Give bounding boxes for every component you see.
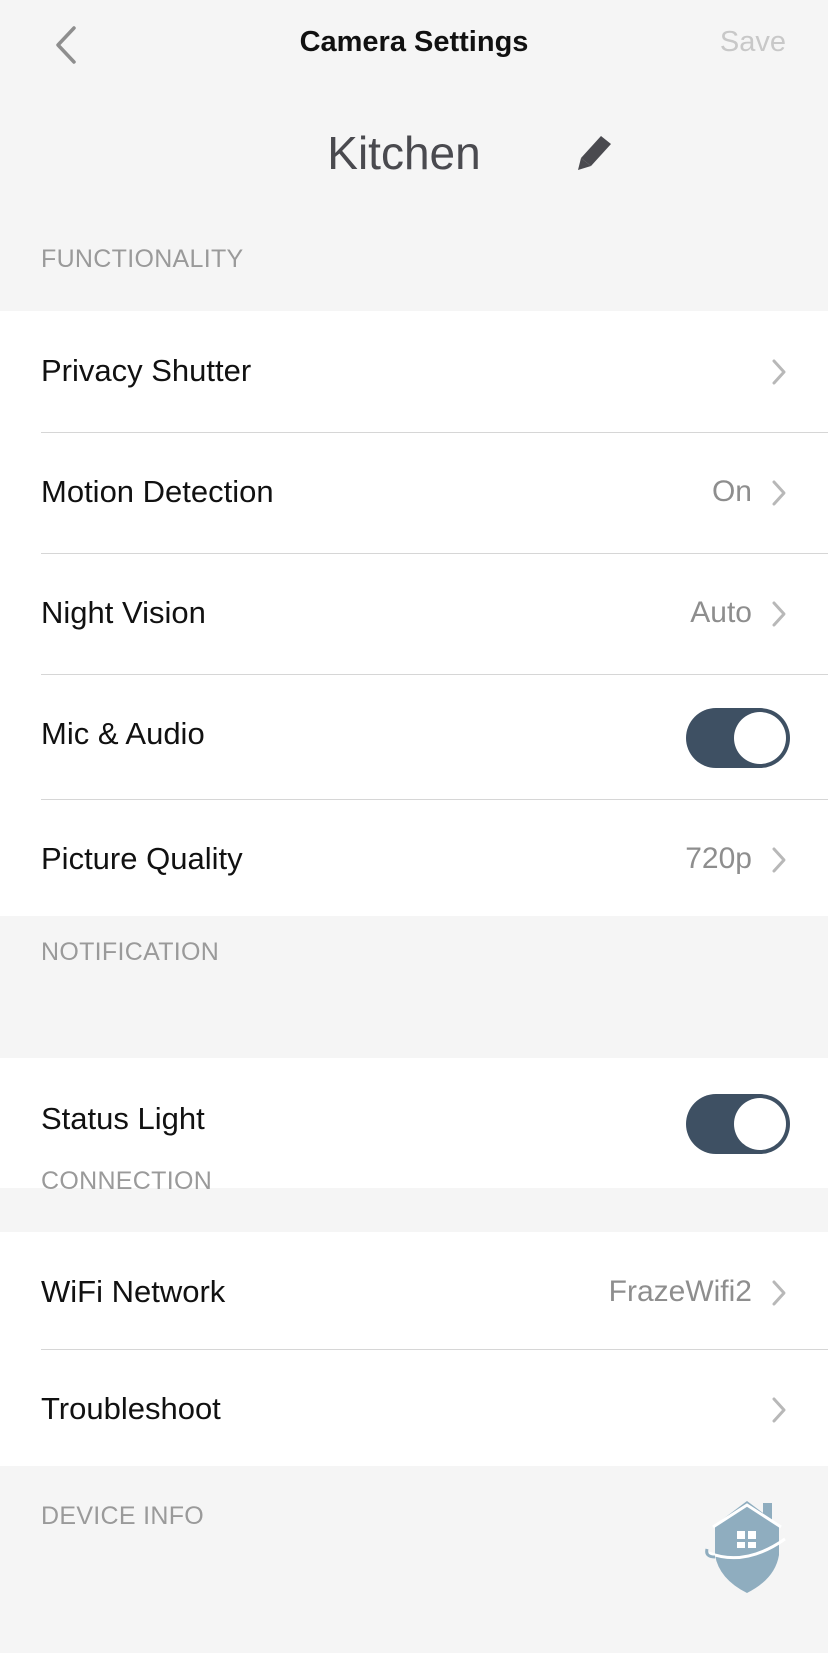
row-label: Motion Detection (41, 474, 274, 509)
connection-group: WiFi Network FrazeWifi2 Troubleshoot (0, 1232, 828, 1466)
functionality-group: Privacy Shutter Motion Detection On Nigh… (0, 311, 828, 916)
row-value: Auto (690, 596, 752, 629)
row-value: FrazeWifi2 (608, 1275, 752, 1308)
pencil-icon (578, 136, 611, 170)
row-troubleshoot[interactable]: Troubleshoot (0, 1349, 828, 1466)
edit-name-button[interactable] (575, 132, 615, 172)
toggle-knob (734, 712, 786, 764)
page-title: Camera Settings (299, 26, 529, 58)
row-label: Status Light (41, 1101, 205, 1136)
row-night-vision[interactable]: Night Vision Auto (0, 553, 828, 674)
chevron-right-icon (772, 601, 786, 627)
mic-audio-toggle[interactable] (686, 708, 790, 768)
chevron-right-icon (772, 359, 786, 385)
chevron-right-icon (772, 1397, 786, 1423)
row-wifi-network[interactable]: WiFi Network FrazeWifi2 (0, 1232, 828, 1349)
toggle-knob (734, 1098, 786, 1150)
chevron-right-icon (772, 1280, 786, 1306)
device-name-row: Kitchen (0, 120, 828, 190)
row-label: Night Vision (41, 595, 206, 630)
nav-bar: Camera Settings Save (0, 0, 828, 90)
chevron-right-icon (772, 847, 786, 873)
chevron-right-icon (772, 480, 786, 506)
row-label: Troubleshoot (41, 1391, 221, 1426)
save-button[interactable]: Save (720, 26, 786, 59)
row-label: Picture Quality (41, 841, 243, 876)
row-privacy-shutter[interactable]: Privacy Shutter (0, 311, 828, 432)
row-label: Privacy Shutter (41, 353, 252, 388)
device-name: Kitchen (327, 127, 481, 179)
row-label: WiFi Network (41, 1274, 226, 1309)
row-value: On (711, 475, 752, 508)
house-shield-logo-icon (705, 1501, 786, 1593)
row-motion-detection[interactable]: Motion Detection On (0, 432, 828, 553)
row-label: Mic & Audio (41, 716, 205, 751)
status-light-toggle[interactable] (686, 1094, 790, 1154)
row-value: 720p (685, 842, 752, 875)
row-picture-quality[interactable]: Picture Quality 720p (0, 799, 828, 916)
row-mic-audio: Mic & Audio (0, 674, 828, 799)
